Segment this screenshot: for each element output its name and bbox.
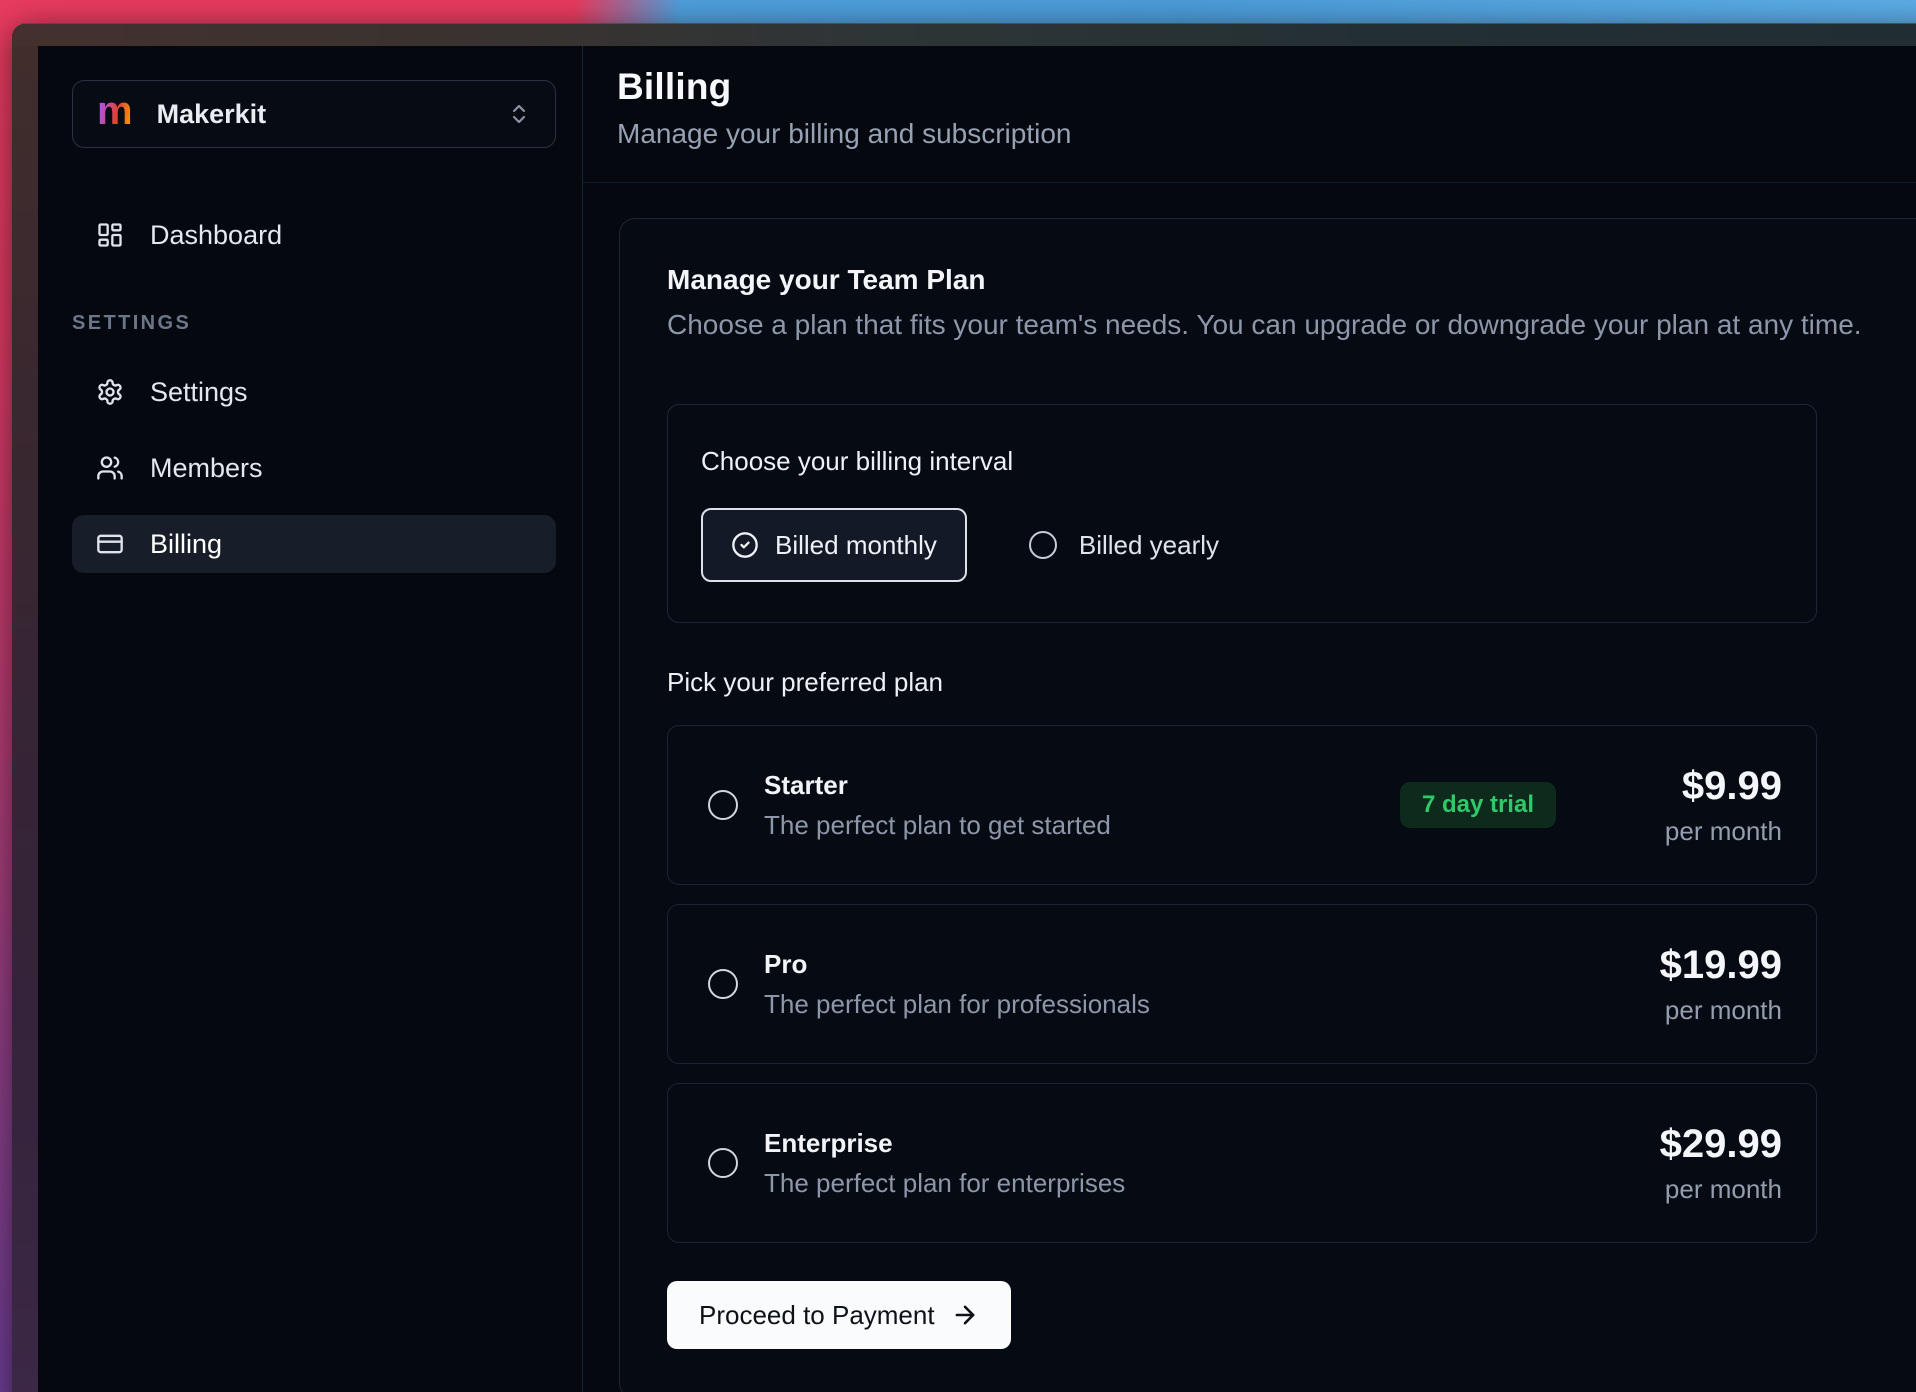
plan-price: $19.99 [1612, 943, 1782, 988]
app-window: m Makerkit Dashboard SETTINGS [12, 23, 1916, 1392]
billed-monthly-label: Billed monthly [775, 530, 937, 561]
sidebar-nav: Dashboard SETTINGS Settings Members [72, 206, 556, 591]
users-icon [96, 454, 124, 482]
dashboard-icon [96, 221, 124, 249]
plan-row-starter[interactable]: Starter The perfect plan to get started … [667, 725, 1817, 885]
card-description: Choose a plan that fits your team's need… [667, 309, 1916, 341]
sidebar-section-label: SETTINGS [72, 312, 556, 335]
billed-yearly-option[interactable]: Billed yearly [1029, 530, 1219, 561]
radio-circle-icon[interactable] [708, 1148, 738, 1178]
plan-period: per month [1612, 816, 1782, 847]
trial-badge: 7 day trial [1400, 782, 1556, 828]
plan-period: per month [1612, 1174, 1782, 1205]
check-circle-icon [731, 531, 759, 559]
proceed-to-payment-label: Proceed to Payment [699, 1300, 935, 1331]
plan-name: Pro [764, 949, 1150, 980]
team-selector[interactable]: m Makerkit [72, 80, 556, 148]
chevrons-up-down-icon [507, 102, 531, 126]
plan-name: Starter [764, 770, 1111, 801]
plan-description: The perfect plan for enterprises [764, 1168, 1125, 1199]
sidebar-item-label: Dashboard [150, 220, 282, 251]
sidebar-item-billing[interactable]: Billing [72, 515, 556, 573]
plan-row-enterprise[interactable]: Enterprise The perfect plan for enterpri… [667, 1083, 1817, 1243]
desktop-wallpaper [0, 0, 1916, 25]
makerkit-logo-icon: m [97, 91, 133, 131]
sidebar-item-label: Settings [150, 377, 248, 408]
radio-circle-icon[interactable] [708, 790, 738, 820]
sidebar-item-settings[interactable]: Settings [72, 363, 556, 421]
sidebar-item-dashboard[interactable]: Dashboard [72, 206, 556, 264]
gear-icon [96, 378, 124, 406]
plan-price: $29.99 [1612, 1122, 1782, 1167]
proceed-to-payment-button[interactable]: Proceed to Payment [667, 1281, 1011, 1349]
sidebar-item-members[interactable]: Members [72, 439, 556, 497]
radio-circle-icon[interactable] [708, 969, 738, 999]
team-plan-card: Manage your Team Plan Choose a plan that… [619, 218, 1916, 1392]
billed-monthly-option[interactable]: Billed monthly [701, 508, 967, 582]
plan-price: $9.99 [1612, 764, 1782, 809]
billed-yearly-label: Billed yearly [1079, 530, 1219, 561]
window-titlebar[interactable] [12, 24, 1916, 46]
plan-period: per month [1612, 995, 1782, 1026]
plan-row-pro[interactable]: Pro The perfect plan for professionals $… [667, 904, 1817, 1064]
page-header: Billing Manage your billing and subscrip… [583, 46, 1916, 183]
billing-interval-label: Choose your billing interval [701, 446, 1783, 477]
credit-card-icon [96, 530, 124, 558]
plan-name: Enterprise [764, 1128, 1125, 1159]
plan-description: The perfect plan to get started [764, 810, 1111, 841]
team-name: Makerkit [157, 99, 483, 130]
page-subtitle: Manage your billing and subscription [617, 118, 1906, 150]
billing-interval-group: Choose your billing interval Billed mont… [667, 404, 1817, 623]
arrow-right-icon [951, 1301, 979, 1329]
sidebar-item-label: Billing [150, 529, 222, 560]
sidebar: m Makerkit Dashboard SETTINGS [38, 46, 583, 1392]
card-title: Manage your Team Plan [667, 264, 1916, 296]
plan-description: The perfect plan for professionals [764, 989, 1150, 1020]
page-title: Billing [617, 66, 1906, 108]
sidebar-item-label: Members [150, 453, 263, 484]
main-content: Billing Manage your billing and subscrip… [583, 46, 1916, 1392]
plans-label: Pick your preferred plan [667, 667, 1916, 698]
window-frame-edge [12, 46, 38, 1392]
radio-circle-icon [1029, 531, 1057, 559]
